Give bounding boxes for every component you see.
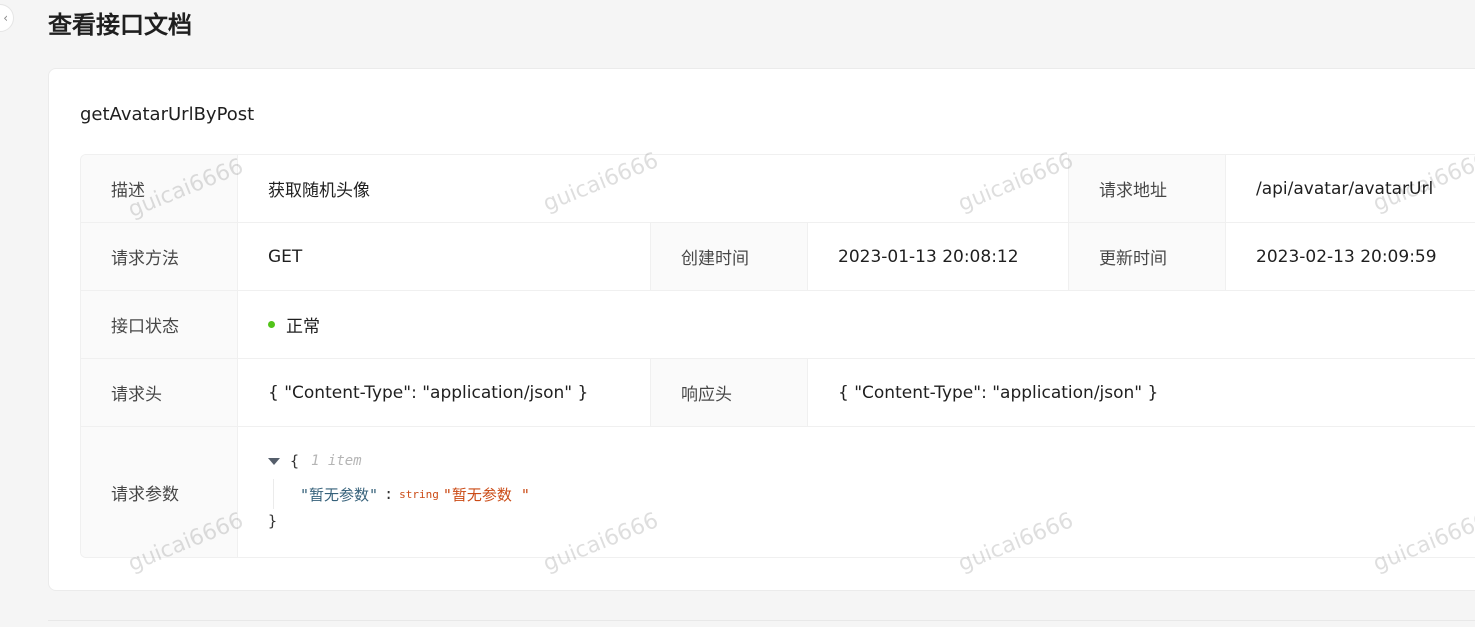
request-params-label: 请求参数 bbox=[81, 427, 238, 557]
created-label: 创建时间 bbox=[651, 223, 808, 290]
api-doc-card: getAvatarUrlByPost 描述 获取随机头像 请求地址 /api/a… bbox=[48, 68, 1475, 591]
sidebar-collapse-button[interactable]: ‹ bbox=[0, 4, 14, 32]
request-params-value: { 1 item "暂无参数" : string "暂无参数 " } bbox=[238, 427, 1475, 557]
divider bbox=[48, 620, 1475, 621]
json-close-brace: } bbox=[268, 512, 278, 530]
json-entry: "暂无参数" : string "暂无参数 " bbox=[273, 479, 530, 509]
description-label: 描述 bbox=[81, 155, 238, 222]
api-name: getAvatarUrlByPost bbox=[80, 104, 255, 125]
method-row: 请求方法 GET 创建时间 2023-01-13 20:08:12 更新时间 2… bbox=[81, 223, 1475, 291]
method-value: GET bbox=[238, 223, 651, 290]
json-open-brace: { bbox=[290, 452, 300, 470]
json-key: "暂无参数" bbox=[300, 485, 379, 504]
status-label: 接口状态 bbox=[81, 291, 238, 358]
chevron-left-icon: ‹ bbox=[3, 11, 8, 25]
caret-down-icon[interactable] bbox=[268, 457, 280, 465]
status-text: 正常 bbox=[286, 317, 320, 337]
json-colon: : bbox=[384, 485, 394, 503]
updated-label: 更新时间 bbox=[1069, 223, 1226, 290]
url-label: 请求地址 bbox=[1069, 155, 1226, 222]
json-item-count: 1 item bbox=[311, 453, 362, 469]
params-row: 请求参数 { 1 item "暂无参数" : string "暂无参数 " } bbox=[81, 427, 1475, 557]
request-header-label: 请求头 bbox=[81, 359, 238, 426]
json-viewer: { 1 item "暂无参数" : string "暂无参数 " } bbox=[268, 427, 1475, 557]
url-value: /api/avatar/avatarUrl bbox=[1256, 178, 1434, 199]
description-row: 描述 获取随机头像 请求地址 /api/avatar/avatarUrl bbox=[81, 155, 1475, 223]
method-label: 请求方法 bbox=[81, 223, 238, 290]
created-value: 2023-01-13 20:08:12 bbox=[808, 223, 1069, 290]
description-value: 获取随机头像 bbox=[238, 155, 1069, 222]
headers-row: 请求头 { "Content-Type": "application/json"… bbox=[81, 359, 1475, 427]
json-type: string bbox=[399, 487, 439, 501]
json-root-line: { 1 item bbox=[268, 452, 362, 470]
updated-value: 2023-02-13 20:09:59 bbox=[1256, 246, 1437, 267]
response-header-value: { "Content-Type": "application/json" } bbox=[838, 382, 1159, 403]
page-title: 查看接口文档 bbox=[48, 11, 192, 39]
response-header-label: 响应头 bbox=[651, 359, 808, 426]
api-descriptions: 描述 获取随机头像 请求地址 /api/avatar/avatarUrl 请求方… bbox=[80, 154, 1475, 558]
status-row: 接口状态 正常 bbox=[81, 291, 1475, 359]
json-value: "暂无参数 " bbox=[442, 485, 530, 504]
status-dot-icon bbox=[268, 321, 275, 328]
request-header-value: { "Content-Type": "application/json" } bbox=[238, 359, 651, 426]
status-value: 正常 bbox=[238, 291, 1475, 358]
